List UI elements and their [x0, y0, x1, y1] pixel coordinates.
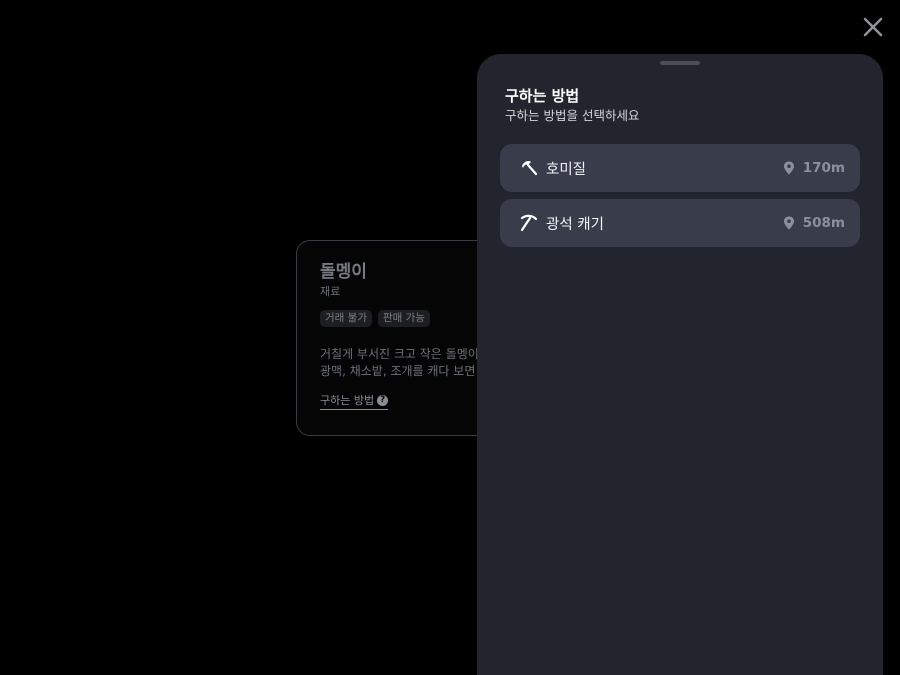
option-label: 광석 캐기: [546, 216, 604, 233]
question-icon: ?: [377, 394, 389, 406]
location-pin-icon: [783, 216, 795, 230]
close-button[interactable]: [862, 16, 884, 38]
option-label: 호미질: [546, 161, 587, 178]
acquisition-method-sheet: 구하는 방법 구하는 방법을 선택하세요 호미질 170m 광석 캐기 508m: [477, 54, 883, 675]
option-hoeing[interactable]: 호미질 170m: [500, 144, 860, 192]
screen: 돌멩이 재료 거래 불가 판매 가능 거칠게 부서진 크고 작은 돌멩이 광맥,…: [0, 0, 900, 675]
option-distance: 508m: [802, 215, 845, 231]
how-to-get-link[interactable]: 구하는 방법 ?: [320, 392, 389, 410]
pickaxe-icon: [520, 214, 538, 232]
option-distance: 170m: [802, 160, 845, 176]
tag-untradeable: 거래 불가: [320, 310, 372, 327]
how-to-get-label: 구하는 방법: [320, 394, 375, 407]
location-pin-icon: [783, 161, 795, 175]
hoe-icon: [520, 159, 538, 177]
sheet-drag-handle[interactable]: [660, 61, 700, 65]
option-mining[interactable]: 광석 캐기 508m: [500, 199, 860, 247]
sheet-subtitle: 구하는 방법을 선택하세요: [505, 108, 640, 123]
close-icon: [863, 17, 883, 37]
sheet-title: 구하는 방법: [505, 87, 580, 105]
method-option-list: 호미질 170m 광석 캐기 508m: [500, 144, 860, 254]
tag-sellable: 판매 가능: [377, 310, 430, 327]
